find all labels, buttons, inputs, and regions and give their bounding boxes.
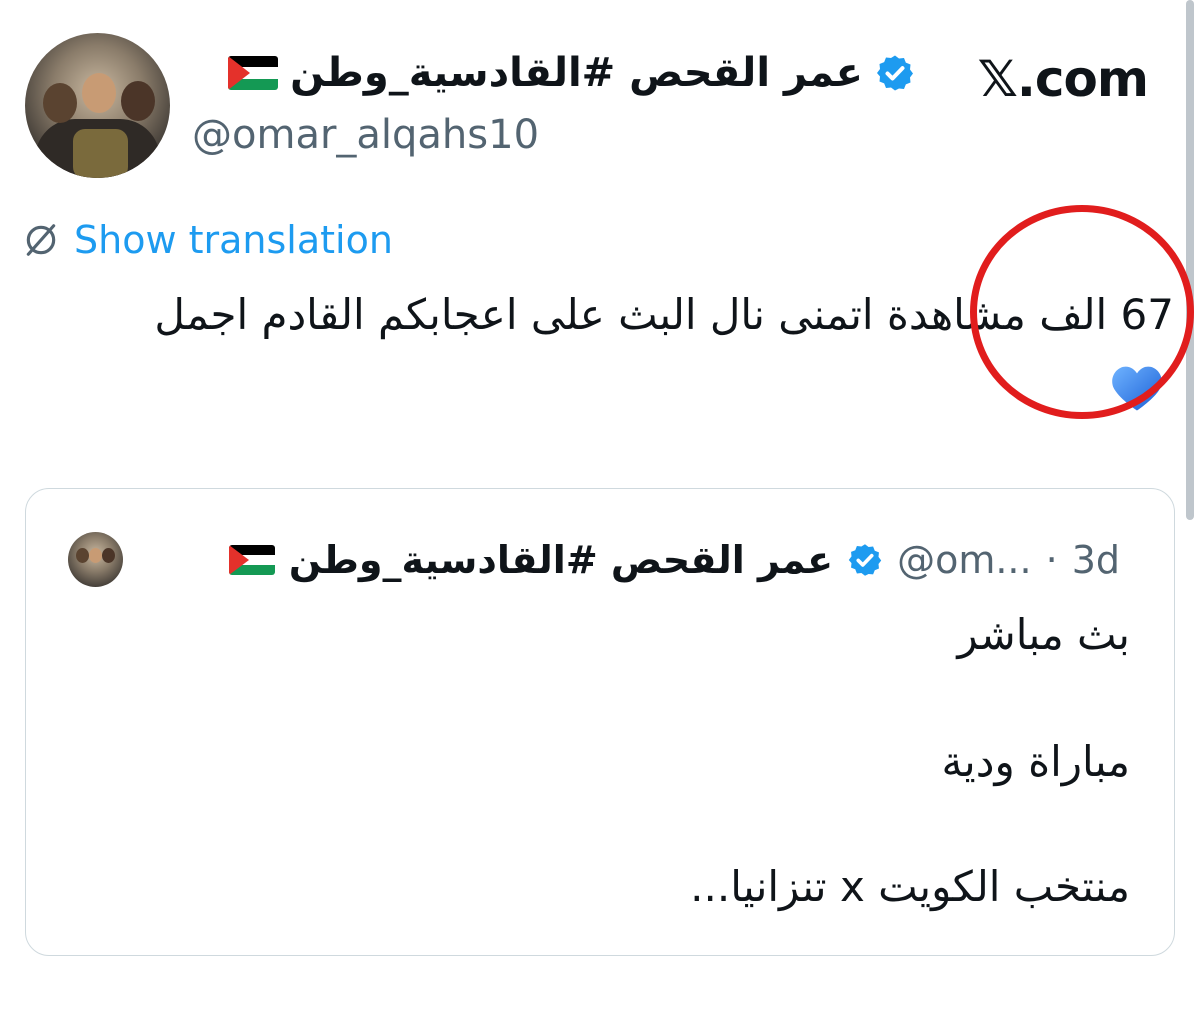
verified-badge-icon — [848, 544, 882, 576]
quote-timestamp[interactable]: 3d — [1072, 538, 1120, 582]
translate-globe-icon — [26, 224, 56, 256]
show-translation-row[interactable]: Show translation — [22, 218, 393, 262]
quote-author-avatar[interactable] — [68, 532, 123, 587]
verified-badge-icon — [877, 55, 913, 91]
scrollbar[interactable] — [1186, 0, 1194, 520]
palestine-flag-icon — [228, 56, 279, 90]
x-site-label: 𝕏.com — [977, 50, 1149, 108]
quote-author-name[interactable]: عمر القحص #القادسية_وطن — [289, 538, 833, 582]
quote-separator: · — [1045, 538, 1058, 582]
show-translation-link[interactable]: Show translation — [74, 218, 393, 262]
quote-line-1: بث مباشر — [957, 610, 1130, 659]
author-display-name[interactable]: عمر القحص #القادسية_وطن — [290, 50, 863, 96]
author-handle[interactable]: @omar_alqahs10 — [192, 112, 539, 158]
quote-line-2: مباراة ودية — [941, 737, 1130, 786]
quote-line-3: منتخب الكويت x تنزانيا... — [690, 862, 1130, 911]
annotation-circle — [970, 205, 1194, 419]
quote-header: عمر القحص #القادسية_وطن @om... · 3d — [228, 538, 1120, 582]
author-avatar[interactable] — [25, 33, 170, 178]
quote-author-handle[interactable]: @om... — [897, 538, 1032, 582]
author-name-row[interactable]: عمر القحص #القادسية_وطن — [228, 50, 915, 96]
palestine-flag-icon — [228, 545, 275, 575]
